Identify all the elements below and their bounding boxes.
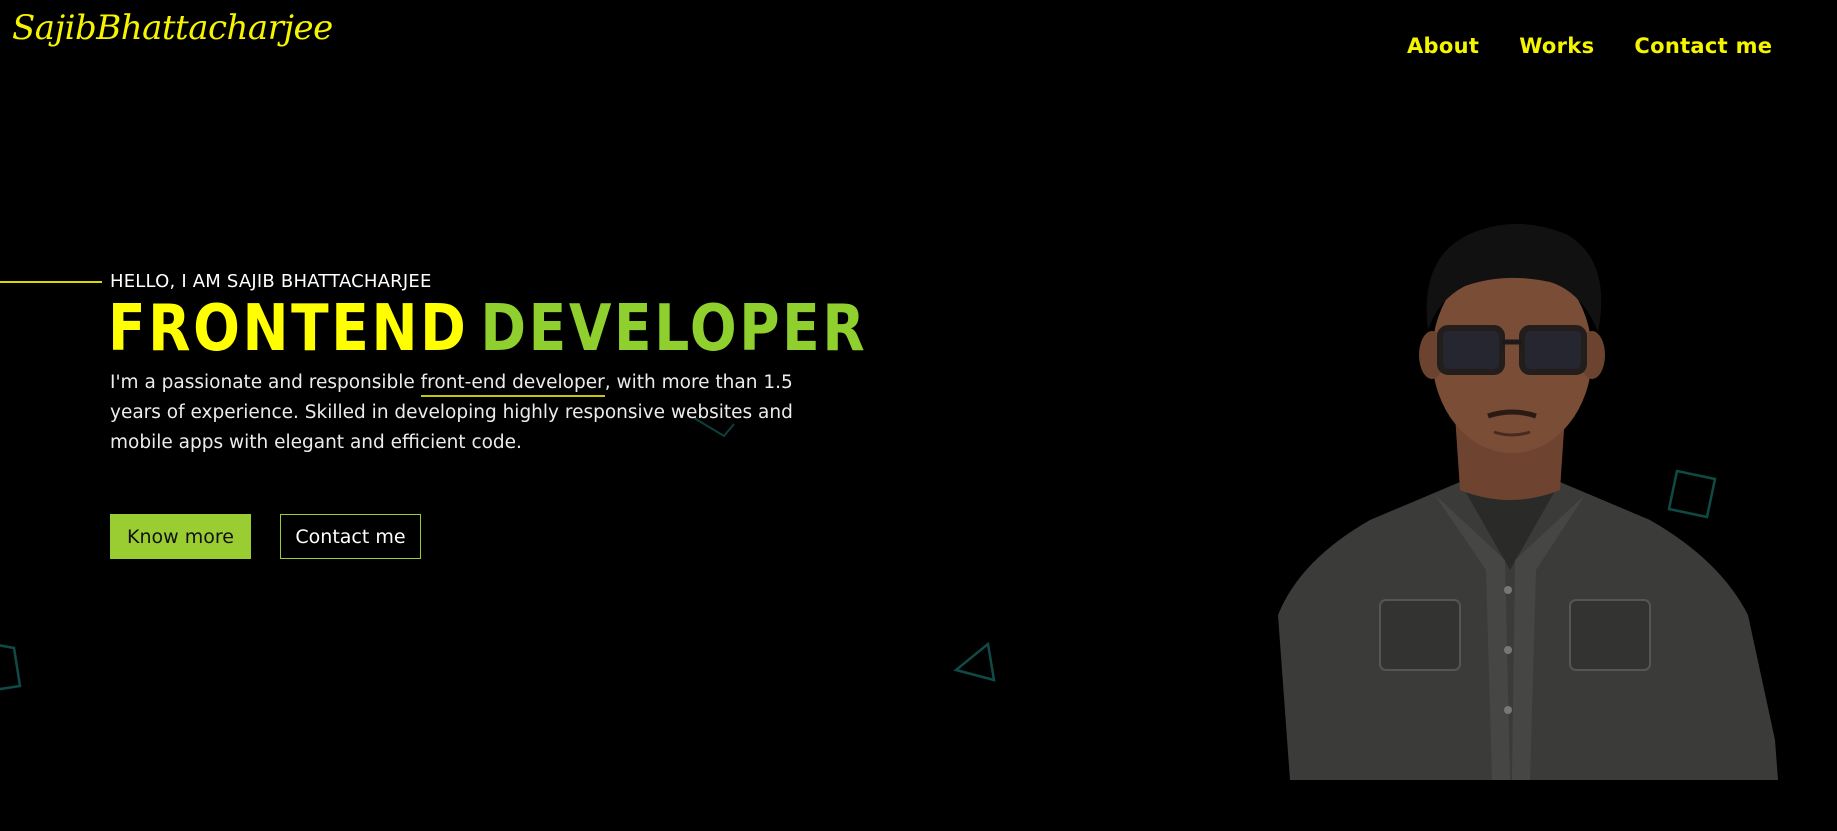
page: SajibBhattacharjee About Works Contact m… [0,0,1837,831]
hero-title: FRONTEND DEVELOPER [108,292,867,366]
hero-title-word-1: FRONTEND [108,292,469,366]
nav-works[interactable]: Works [1519,34,1594,58]
hero-eyebrow: HELLO, I AM SAJIB BHATTACHARJEE [110,271,432,292]
contact-me-button[interactable]: Contact me [280,514,421,559]
square-outline-icon [0,644,22,691]
nav-contact[interactable]: Contact me [1634,34,1772,58]
eyebrow-divider [0,281,102,283]
hero-description-start: I'm a passionate and responsible [110,372,421,393]
main-nav: About Works Contact me [1407,34,1772,58]
know-more-button[interactable]: Know more [110,514,251,559]
triangle-outline-icon [953,641,996,682]
profile-photo [1278,223,1778,780]
nav-about[interactable]: About [1407,34,1479,58]
hero-description: I'm a passionate and responsible front-e… [110,368,810,458]
hero-description-highlight: front-end developer [420,372,605,397]
site-logo[interactable]: SajibBhattacharjee [12,8,333,48]
hero-title-word-2: DEVELOPER [480,292,868,366]
